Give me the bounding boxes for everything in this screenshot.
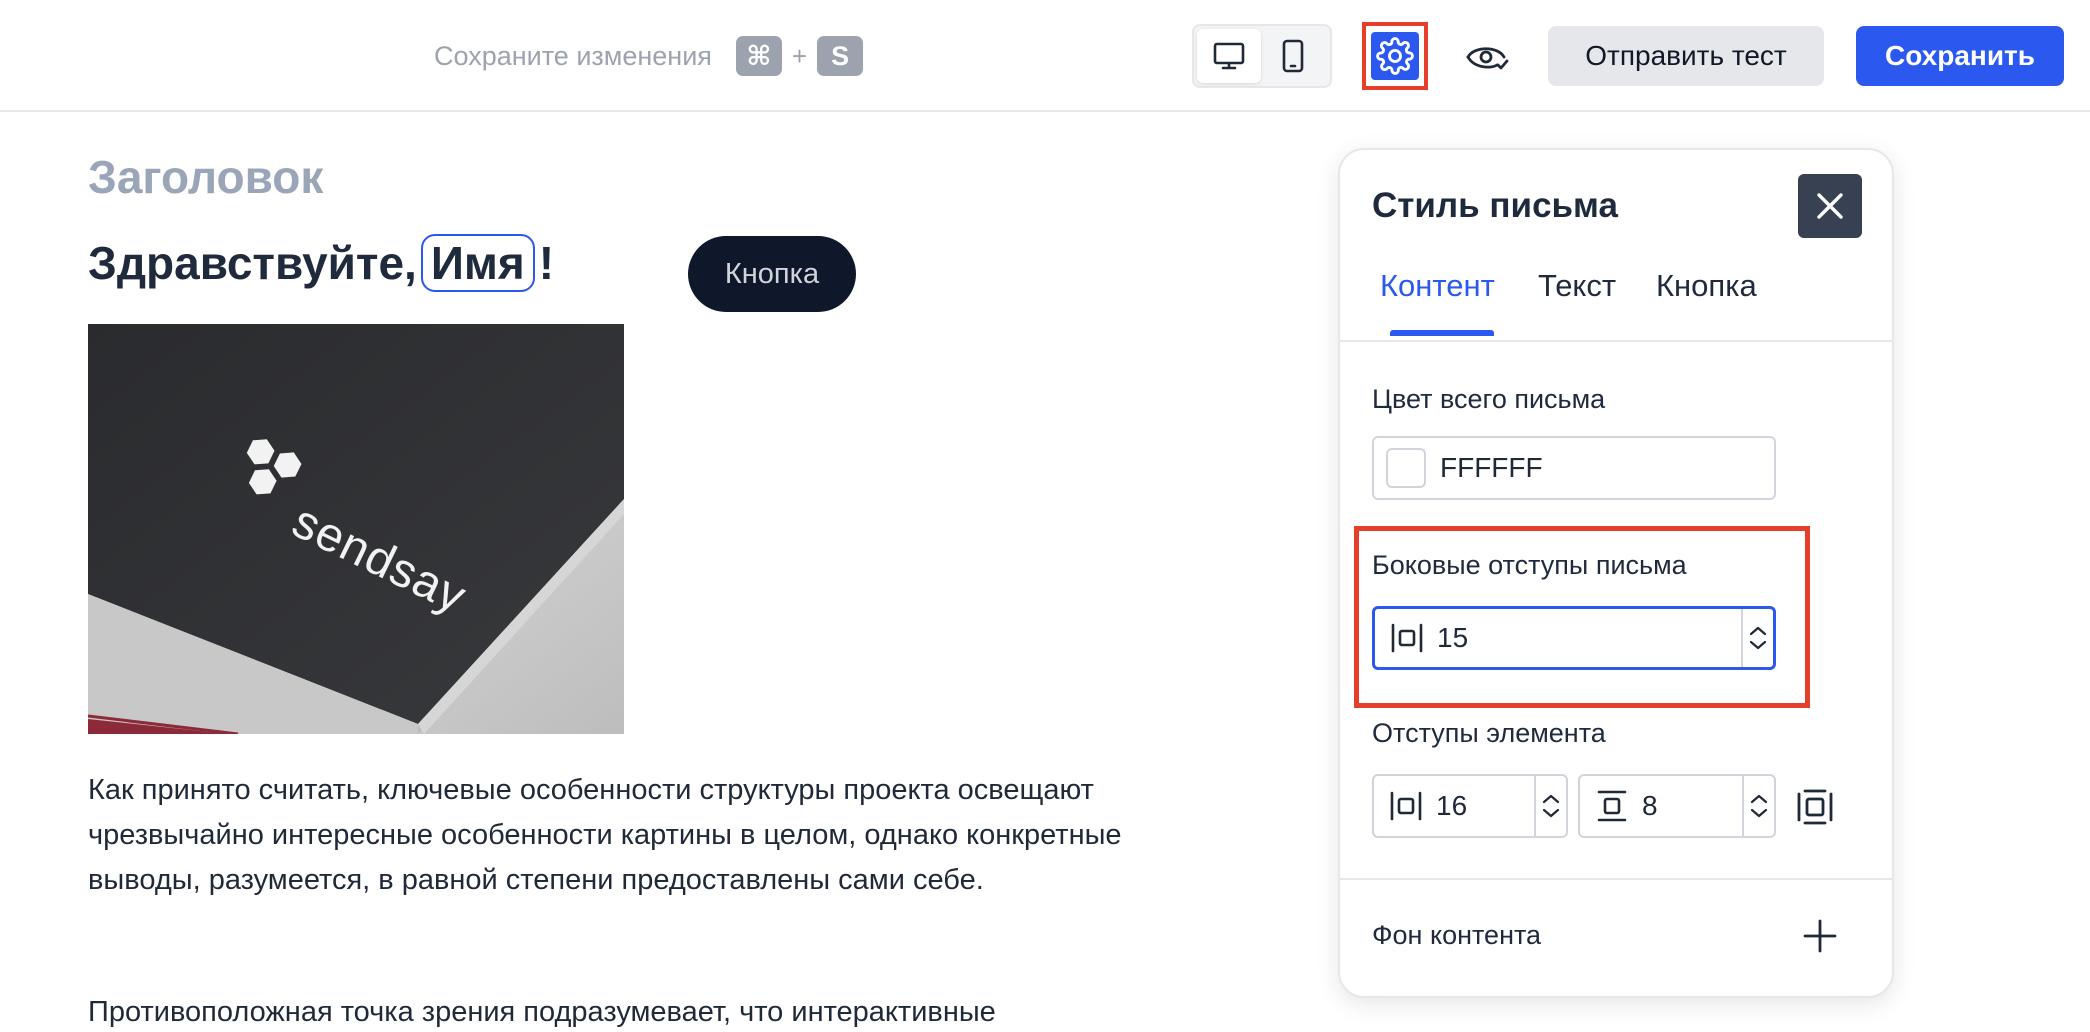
shortcut-cmd-key: ⌘ xyxy=(735,36,782,76)
panel-tabs: Контент Текст Кнопка xyxy=(1340,256,1892,342)
side-padding-value: 15 xyxy=(1437,622,1469,653)
greeting-suffix: ! xyxy=(538,237,555,289)
shortcut-plus: + xyxy=(791,40,808,71)
chevron-down-icon[interactable] xyxy=(1542,808,1560,818)
email-heading[interactable]: Заголовок xyxy=(88,150,323,204)
gear-icon xyxy=(1376,37,1414,75)
email-paragraph-2[interactable]: Противоположная точка зрения подразумева… xyxy=(88,990,1228,1032)
top-toolbar: Сохраните изменения ⌘ + S Отправить тест… xyxy=(0,0,2090,112)
element-padding-label: Отступы элемента xyxy=(1372,718,1606,748)
tab-button[interactable]: Кнопка xyxy=(1656,268,1757,304)
side-padding-input[interactable]: 15 xyxy=(1372,606,1776,670)
close-icon xyxy=(1817,193,1843,219)
chevron-up-icon[interactable] xyxy=(1750,794,1768,804)
send-test-button[interactable]: Отправить тест xyxy=(1548,26,1824,86)
element-padding-vertical-input[interactable]: 8 xyxy=(1578,774,1776,838)
element-padding-vertical-stepper[interactable] xyxy=(1742,776,1774,836)
panel-title: Стиль письма xyxy=(1372,186,1618,225)
save-button[interactable]: Сохранить xyxy=(1856,26,2064,86)
chevron-up-icon[interactable] xyxy=(1542,794,1560,804)
panel-divider xyxy=(1340,878,1892,880)
element-padding-vertical-value: 8 xyxy=(1642,790,1658,821)
email-color-value: FFFFFF xyxy=(1440,452,1543,483)
element-padding-horizontal-stepper[interactable] xyxy=(1534,776,1566,836)
panel-close-button[interactable] xyxy=(1798,174,1862,238)
chevron-up-icon[interactable] xyxy=(1749,626,1767,636)
active-tab-indicator xyxy=(1390,330,1494,336)
color-swatch[interactable] xyxy=(1386,448,1426,488)
email-cta-button[interactable]: Кнопка xyxy=(688,236,856,312)
content-bg-label: Фон контента xyxy=(1372,920,1542,950)
email-greeting[interactable]: Здравствуйте, Имя ! xyxy=(88,234,554,292)
settings-button[interactable] xyxy=(1362,22,1428,90)
add-content-bg-button[interactable] xyxy=(1798,914,1842,958)
device-toggle xyxy=(1192,24,1332,88)
greeting-prefix: Здравствуйте, xyxy=(88,237,417,289)
email-color-label: Цвет всего письма xyxy=(1372,384,1606,414)
settings-button-inner xyxy=(1371,32,1419,80)
chevron-down-icon[interactable] xyxy=(1749,640,1767,650)
email-image[interactable]: sendsay xyxy=(88,324,624,734)
shortcut-s-key: S xyxy=(817,36,864,76)
email-paragraph-1[interactable]: Как принято считать, ключевые особенност… xyxy=(88,768,1228,903)
desktop-icon xyxy=(1213,42,1245,70)
mobile-view-button[interactable] xyxy=(1261,29,1325,83)
mobile-icon xyxy=(1282,39,1304,73)
plus-icon xyxy=(1803,919,1837,953)
tab-text[interactable]: Текст xyxy=(1538,268,1616,304)
email-style-panel: Стиль письма Контент Текст Кнопка Цвет в… xyxy=(1338,148,1894,998)
save-hint-text: Сохраните изменения xyxy=(434,40,712,71)
eye-check-icon xyxy=(1466,47,1509,70)
horizontal-padding-icon xyxy=(1386,786,1426,826)
element-padding-horizontal-value: 16 xyxy=(1436,790,1468,821)
all-sides-padding-icon[interactable] xyxy=(1794,786,1836,828)
chevron-down-icon[interactable] xyxy=(1750,808,1768,818)
tab-content[interactable]: Контент xyxy=(1380,268,1495,304)
element-padding-horizontal-input[interactable]: 16 xyxy=(1372,774,1568,838)
horizontal-padding-icon xyxy=(1387,618,1427,658)
desktop-view-button[interactable] xyxy=(1197,29,1261,83)
greeting-name-variable[interactable]: Имя xyxy=(420,234,535,292)
side-padding-stepper[interactable] xyxy=(1741,609,1773,667)
side-padding-label: Боковые отступы письма xyxy=(1372,550,1687,580)
save-hint: Сохраните изменения ⌘ + S xyxy=(434,36,864,76)
email-color-input[interactable]: FFFFFF xyxy=(1372,436,1776,500)
vertical-padding-icon xyxy=(1592,786,1632,826)
preview-button[interactable] xyxy=(1462,32,1512,82)
